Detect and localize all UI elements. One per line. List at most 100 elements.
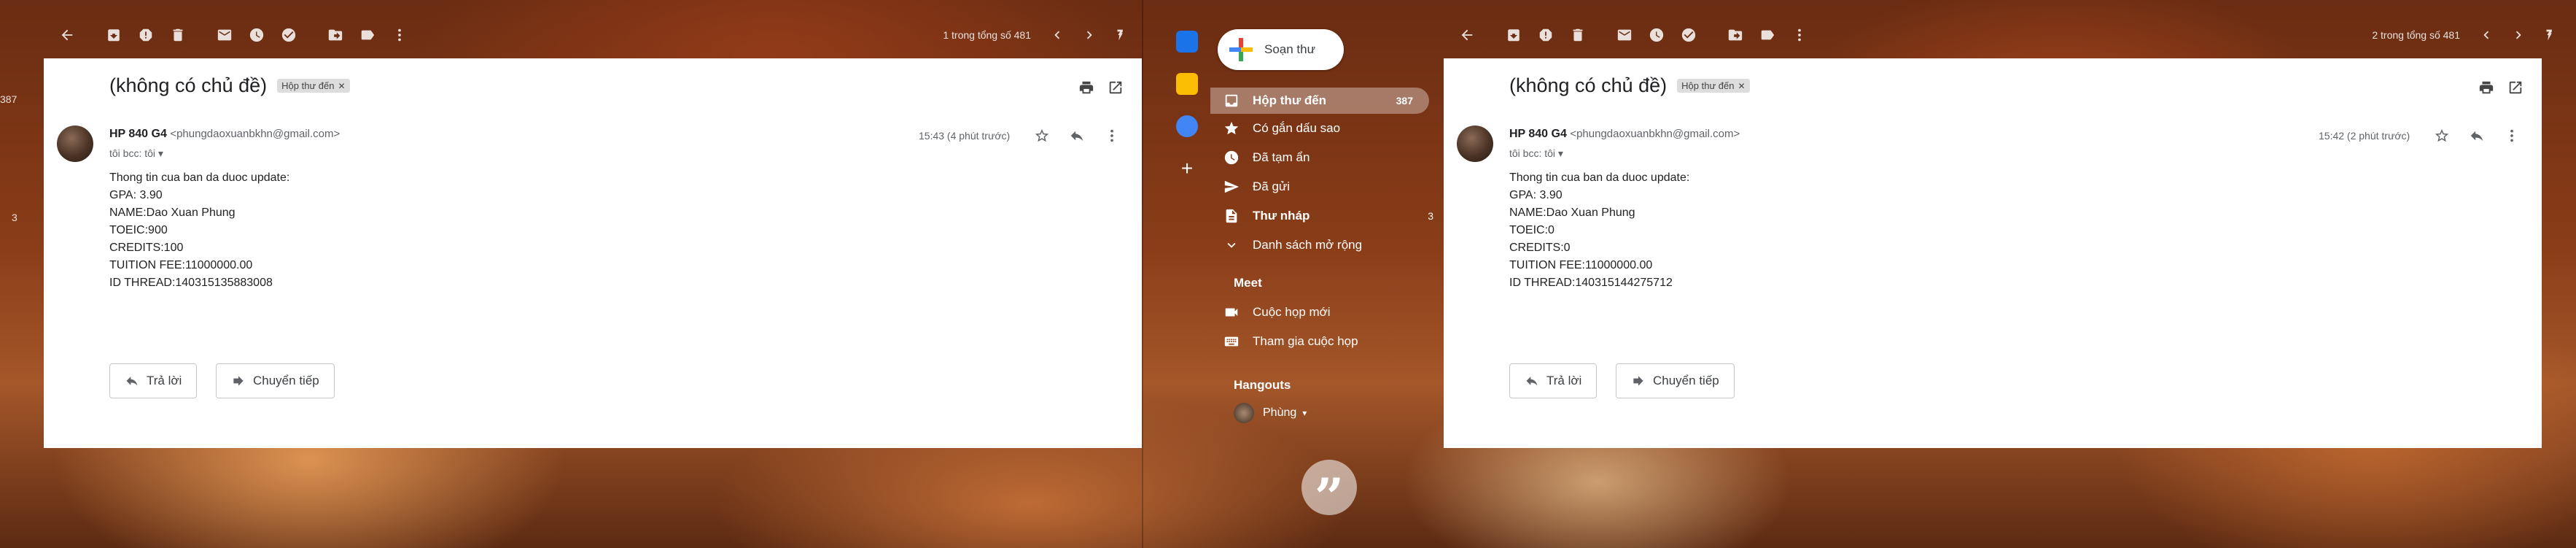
- add-addon-icon[interactable]: +: [1176, 158, 1198, 180]
- send-icon: [1210, 179, 1253, 195]
- body-line: CREDITS:100: [109, 242, 184, 254]
- page-count: 2 trong tổng số 481: [2372, 29, 2460, 41]
- body-line: NAME:Dao Xuan Phung: [109, 207, 236, 219]
- subject-line: (không có chủ đề) Hộp thư đến ✕: [1509, 74, 1750, 97]
- compose-button[interactable]: Soạn thư: [1218, 29, 1344, 70]
- tasks-icon[interactable]: [1176, 115, 1198, 137]
- newer-chevron-icon[interactable]: [1041, 19, 1073, 51]
- sidebar-item-join-meeting[interactable]: Tham gia cuộc họp: [1210, 328, 1429, 355]
- sidebar-item-label: Danh sách mở rộng: [1253, 238, 1363, 252]
- sidebar-item-label: Hộp thư đến: [1253, 93, 1327, 107]
- snooze-icon[interactable]: [1641, 19, 1673, 51]
- label-icon[interactable]: [1751, 19, 1783, 51]
- forward-button[interactable]: Chuyển tiếp: [216, 363, 335, 398]
- email-card: (không có chủ đề) Hộp thư đến ✕ HP 840 G4…: [44, 58, 1142, 448]
- sender: HP 840 G4 <phungdaoxuanbkhn@gmail.com>: [109, 128, 340, 141]
- star-icon: [1210, 120, 1253, 136]
- sender-name[interactable]: HP 840 G4: [109, 128, 167, 140]
- recipients-text: tôi bcc: tôi: [109, 147, 156, 159]
- right-toolbar: 2 trong tổng số 481: [1451, 18, 2567, 53]
- chevron-down-icon[interactable]: ▾: [1302, 408, 1307, 418]
- details-caret-icon[interactable]: ▾: [158, 147, 163, 159]
- move-to-icon[interactable]: [319, 19, 351, 51]
- sidebar-item-drafts[interactable]: Thư nháp 3: [1210, 203, 1433, 229]
- reply-button[interactable]: Trả lời: [109, 363, 198, 398]
- more-vert-icon[interactable]: [1783, 19, 1816, 51]
- details-caret-icon[interactable]: ▾: [1558, 147, 1563, 159]
- left-toolbar: 1 trong tổng số 481: [51, 18, 1137, 53]
- draft-icon: [1210, 208, 1253, 224]
- avatar[interactable]: [57, 126, 93, 162]
- avatar[interactable]: [1457, 126, 1493, 162]
- sidebar-item-inbox[interactable]: Hộp thư đến 387: [1210, 88, 1429, 114]
- report-spam-icon[interactable]: [130, 19, 162, 51]
- reply-button-label: Trả lời: [1546, 374, 1582, 387]
- hangouts-user-name: Phùng: [1263, 406, 1297, 419]
- mark-unread-icon[interactable]: [209, 19, 241, 51]
- forward-button[interactable]: Chuyển tiếp: [1616, 363, 1735, 398]
- body-line: TOEIC:900: [109, 224, 168, 236]
- calendar-icon[interactable]: [1176, 31, 1198, 53]
- sidebar-item-label: Có gắn dấu sao: [1253, 121, 1341, 135]
- remove-label-icon[interactable]: ✕: [338, 81, 345, 91]
- archive-icon[interactable]: [1498, 19, 1530, 51]
- add-task-icon[interactable]: [273, 19, 305, 51]
- delete-icon[interactable]: [1562, 19, 1594, 51]
- more-vert-icon[interactable]: [384, 19, 416, 51]
- report-spam-icon[interactable]: [1530, 19, 1562, 51]
- open-new-window-icon[interactable]: [2501, 73, 2530, 102]
- recipients[interactable]: tôi bcc: tôi ▾: [109, 147, 163, 160]
- sender-name[interactable]: HP 840 G4: [1509, 128, 1567, 140]
- label-chip[interactable]: Hộp thư đến ✕: [1677, 79, 1750, 93]
- print-icon[interactable]: [1072, 73, 1101, 102]
- input-tools-icon[interactable]: [1105, 19, 1137, 51]
- forward-icon: [1633, 376, 1643, 386]
- body-line: Thong tin cua ban da duoc update:: [109, 171, 290, 184]
- more-vert-icon[interactable]: [2494, 121, 2529, 150]
- reply-icon[interactable]: [2459, 121, 2494, 150]
- page-count: 1 trong tổng số 481: [943, 29, 1031, 41]
- add-task-icon[interactable]: [1673, 19, 1705, 51]
- remove-label-icon[interactable]: ✕: [1738, 81, 1745, 91]
- sidebar-item-snoozed[interactable]: Đã tạm ẩn: [1210, 144, 1429, 171]
- sidebar-item-sent[interactable]: Đã gửi: [1210, 174, 1429, 200]
- archive-icon[interactable]: [98, 19, 130, 51]
- keep-icon[interactable]: [1176, 73, 1198, 95]
- message-body: Thong tin cua ban da duoc update: GPA: 3…: [1509, 169, 1689, 292]
- reply-button-label: Trả lời: [147, 374, 182, 387]
- star-icon[interactable]: [1024, 121, 1059, 150]
- timestamp: 15:43 (4 phút trước): [919, 130, 1011, 142]
- sidebar-item-more[interactable]: Danh sách mở rộng: [1210, 232, 1429, 258]
- reply-button[interactable]: Trả lời: [1509, 363, 1598, 398]
- reply-icon: [1526, 377, 1538, 386]
- subject-line: (không có chủ đề) Hộp thư đến ✕: [109, 74, 350, 97]
- back-arrow-icon[interactable]: [1451, 19, 1483, 51]
- label-icon[interactable]: [351, 19, 384, 51]
- message-actions: [2424, 121, 2529, 150]
- reply-icon[interactable]: [1059, 121, 1094, 150]
- sender-email: <phungdaoxuanbkhn@gmail.com>: [170, 128, 341, 140]
- hangouts-quote-icon[interactable]: ”: [1301, 460, 1357, 528]
- older-chevron-icon[interactable]: [2502, 19, 2534, 51]
- print-icon[interactable]: [2472, 73, 2501, 102]
- delete-icon[interactable]: [162, 19, 194, 51]
- newer-chevron-icon[interactable]: [2470, 19, 2502, 51]
- message-actions: [1024, 121, 1129, 150]
- sidebar-item-starred[interactable]: Có gắn dấu sao: [1210, 115, 1429, 142]
- recipients[interactable]: tôi bcc: tôi ▾: [1509, 147, 1563, 160]
- snooze-icon[interactable]: [241, 19, 273, 51]
- header-actions: [2472, 73, 2530, 102]
- input-tools-icon[interactable]: [2534, 19, 2567, 51]
- open-new-window-icon[interactable]: [1101, 73, 1130, 102]
- sidebar-item-new-meeting[interactable]: Cuộc họp mới: [1210, 299, 1429, 325]
- star-icon[interactable]: [2424, 121, 2459, 150]
- more-vert-icon[interactable]: [1094, 121, 1129, 150]
- hangouts-user[interactable]: Phùng ▾: [1234, 403, 1307, 423]
- move-to-icon[interactable]: [1719, 19, 1751, 51]
- body-line: TUITION FEE:11000000.00: [1509, 259, 1653, 271]
- older-chevron-icon[interactable]: [1073, 19, 1105, 51]
- forward-button-label: Chuyển tiếp: [1653, 374, 1719, 387]
- label-chip[interactable]: Hộp thư đến ✕: [277, 79, 350, 93]
- mark-unread-icon[interactable]: [1608, 19, 1641, 51]
- back-arrow-icon[interactable]: [51, 19, 83, 51]
